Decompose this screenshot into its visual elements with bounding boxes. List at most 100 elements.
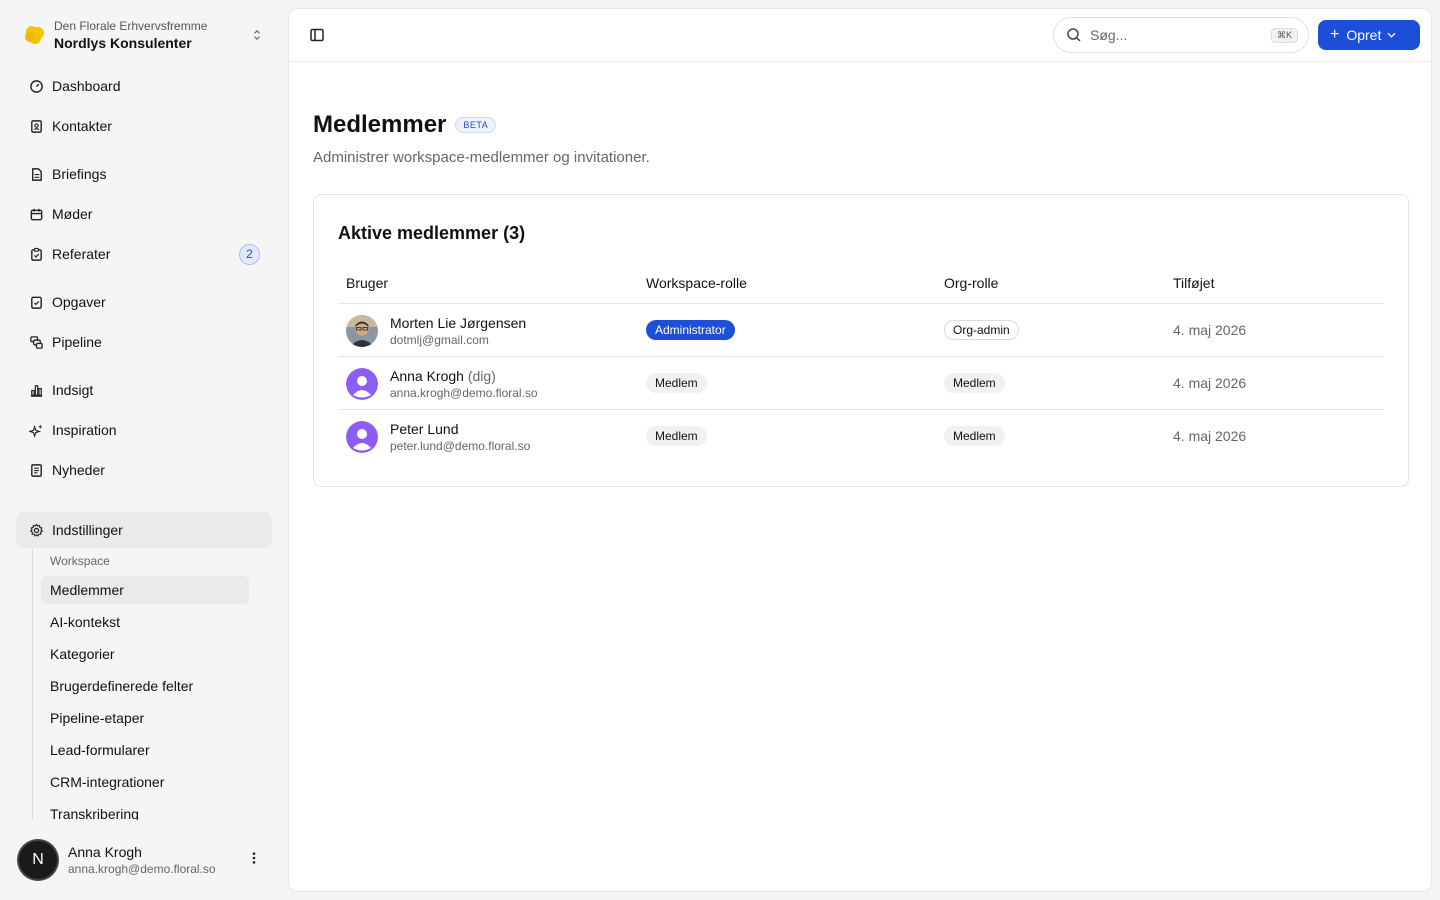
nav-item-indsigt[interactable]: Indsigt — [16, 372, 272, 408]
subnav-item-medlemmer[interactable]: Medlemmer — [41, 576, 249, 604]
settings-subnav: Workspace Medlemmer AI-kontekst Kategori… — [32, 548, 264, 820]
nav-item-nyheder[interactable]: Nyheder — [16, 452, 272, 488]
column-header-tilfoejet: Tilføjet — [1173, 275, 1215, 291]
members-table: Bruger Workspace-rolle Org-rolle Tilføje… — [338, 265, 1384, 463]
nav-label: Pipeline — [52, 334, 102, 350]
current-user-email: anna.krogh@demo.floral.so — [68, 862, 216, 876]
nav-label: Møder — [52, 206, 93, 222]
chevron-down-icon — [1387, 30, 1396, 40]
workspace-name: Nordlys Konsulenter — [54, 35, 192, 51]
page-title-row: Medlemmer BETA — [313, 111, 497, 139]
subnav-item-kategorier[interactable]: Kategorier — [41, 640, 249, 668]
main-panel: ⌘K + Opret Medlemmer BETA Administrer wo… — [288, 8, 1432, 892]
pipeline-icon — [28, 334, 44, 350]
member-email: peter.lund@demo.floral.so — [390, 439, 531, 453]
org-role-badge: Medlem — [944, 426, 1005, 446]
nav-label: Indsigt — [52, 382, 94, 398]
nav-item-indstillinger[interactable]: Indstillinger — [16, 512, 272, 548]
added-date: 4. maj 2026 — [1173, 428, 1247, 444]
page-subtitle: Administrer workspace-medlemmer og invit… — [313, 149, 650, 166]
column-header-workspace-rolle: Workspace-rolle — [646, 275, 747, 291]
plus-icon: + — [1330, 26, 1340, 43]
page-title: Medlemmer — [313, 111, 447, 138]
nav-item-briefings[interactable]: Briefings — [16, 156, 272, 192]
member-name: Morten Lie Jørgensen — [390, 315, 527, 331]
org-role-badge: Medlem — [944, 373, 1005, 393]
org-role-badge: Org-admin — [944, 320, 1019, 340]
table-row[interactable]: Anna Krogh (dig) anna.krogh@demo.floral.… — [338, 357, 1384, 410]
subnav-item-lead-formularer[interactable]: Lead-formularer — [41, 736, 249, 764]
avatar — [346, 368, 378, 400]
avatar — [346, 315, 378, 347]
gauge-icon — [28, 78, 44, 94]
search-input[interactable] — [1090, 27, 1271, 43]
nav-item-pipeline[interactable]: Pipeline — [16, 324, 272, 360]
search-icon — [1066, 27, 1082, 43]
sparkles-icon — [28, 422, 44, 438]
nav-item-opgaver[interactable]: Opgaver — [16, 284, 272, 320]
referater-count-badge: 2 — [239, 243, 260, 265]
workspace-role-badge: Medlem — [646, 426, 707, 446]
create-button[interactable]: + Opret — [1318, 20, 1420, 50]
search-box[interactable]: ⌘K — [1053, 17, 1309, 53]
checklist-icon — [28, 294, 44, 310]
table-header: Bruger Workspace-rolle Org-rolle Tilføje… — [338, 265, 1384, 304]
workspace-org: Den Florale Erhvervsfremme — [54, 19, 208, 33]
beta-badge: BETA — [455, 117, 497, 133]
added-date: 4. maj 2026 — [1173, 375, 1247, 391]
sidebar-toggle-icon[interactable] — [309, 27, 325, 43]
card-title: Aktive medlemmer (3) — [338, 223, 526, 243]
workspace-switcher[interactable]: Den Florale Erhvervsfremme Nordlys Konsu… — [16, 12, 272, 58]
nav-label: Nyheder — [52, 462, 105, 478]
member-email: dotmlj@gmail.com — [390, 333, 489, 347]
workspace-role-badge: Medlem — [646, 373, 707, 393]
nav-label: Kontakter — [52, 118, 112, 134]
nav-label: Opgaver — [52, 294, 106, 310]
table-row[interactable]: Peter Lund peter.lund@demo.floral.so Med… — [338, 410, 1384, 463]
column-header-org-rolle: Org-rolle — [944, 275, 999, 291]
active-members-card: Aktive medlemmer (3) Bruger Workspace-ro… — [313, 194, 1409, 487]
newspaper-icon — [28, 462, 44, 478]
kebab-menu-icon[interactable] — [244, 851, 264, 870]
nav-label: Dashboard — [52, 78, 121, 94]
nav-label: Inspiration — [52, 422, 117, 438]
subnav-item-ai-kontekst[interactable]: AI-kontekst — [41, 608, 249, 636]
you-suffix: (dig) — [467, 368, 496, 384]
subnav-item-brugerdefinerede-felter[interactable]: Brugerdefinerede felter — [41, 672, 249, 700]
column-header-bruger: Bruger — [346, 275, 389, 291]
create-button-label: Opret — [1346, 27, 1382, 43]
nav-label: Indstillinger — [52, 522, 123, 538]
settings-group-label: Workspace — [50, 554, 110, 568]
subnav-item-pipeline-etaper[interactable]: Pipeline-etaper — [41, 704, 249, 732]
clipboard-icon — [28, 246, 44, 262]
document-icon — [28, 166, 44, 182]
nav-item-inspiration[interactable]: Inspiration — [16, 412, 272, 448]
workspace-role-badge: Administrator — [646, 320, 735, 340]
calendar-icon — [28, 206, 44, 222]
avatar: N — [19, 841, 57, 879]
chevron-up-down-icon — [250, 28, 264, 43]
current-user-menu[interactable]: N Anna Krogh anna.krogh@demo.floral.so — [16, 834, 272, 886]
member-name: Anna Krogh — [390, 368, 464, 384]
current-user-name: Anna Krogh — [68, 844, 142, 860]
nav-item-referater[interactable]: Referater 2 — [16, 236, 272, 272]
nav-item-dashboard[interactable]: Dashboard — [16, 68, 272, 104]
top-bar: ⌘K + Opret — [289, 9, 1431, 62]
search-shortcut: ⌘K — [1271, 27, 1299, 43]
contacts-icon — [28, 118, 44, 134]
table-row[interactable]: Morten Lie Jørgensen dotmlj@gmail.com Ad… — [338, 304, 1384, 357]
added-date: 4. maj 2026 — [1173, 322, 1247, 338]
nav-item-kontakter[interactable]: Kontakter — [16, 108, 272, 144]
nav-item-moeder[interactable]: Møder — [16, 196, 272, 232]
subnav-item-crm-integrationer[interactable]: CRM-integrationer — [41, 768, 249, 796]
member-name: Peter Lund — [390, 421, 459, 437]
subnav-item-transkribering[interactable]: Transkribering — [41, 800, 249, 820]
bar-chart-icon — [28, 382, 44, 398]
flower-logo-icon — [24, 24, 46, 46]
sidebar: Den Florale Erhvervsfremme Nordlys Konsu… — [0, 0, 288, 900]
gear-icon — [28, 522, 44, 538]
avatar — [346, 421, 378, 453]
nav-label: Briefings — [52, 166, 107, 182]
nav-label: Referater — [52, 246, 111, 262]
member-email: anna.krogh@demo.floral.so — [390, 386, 538, 400]
